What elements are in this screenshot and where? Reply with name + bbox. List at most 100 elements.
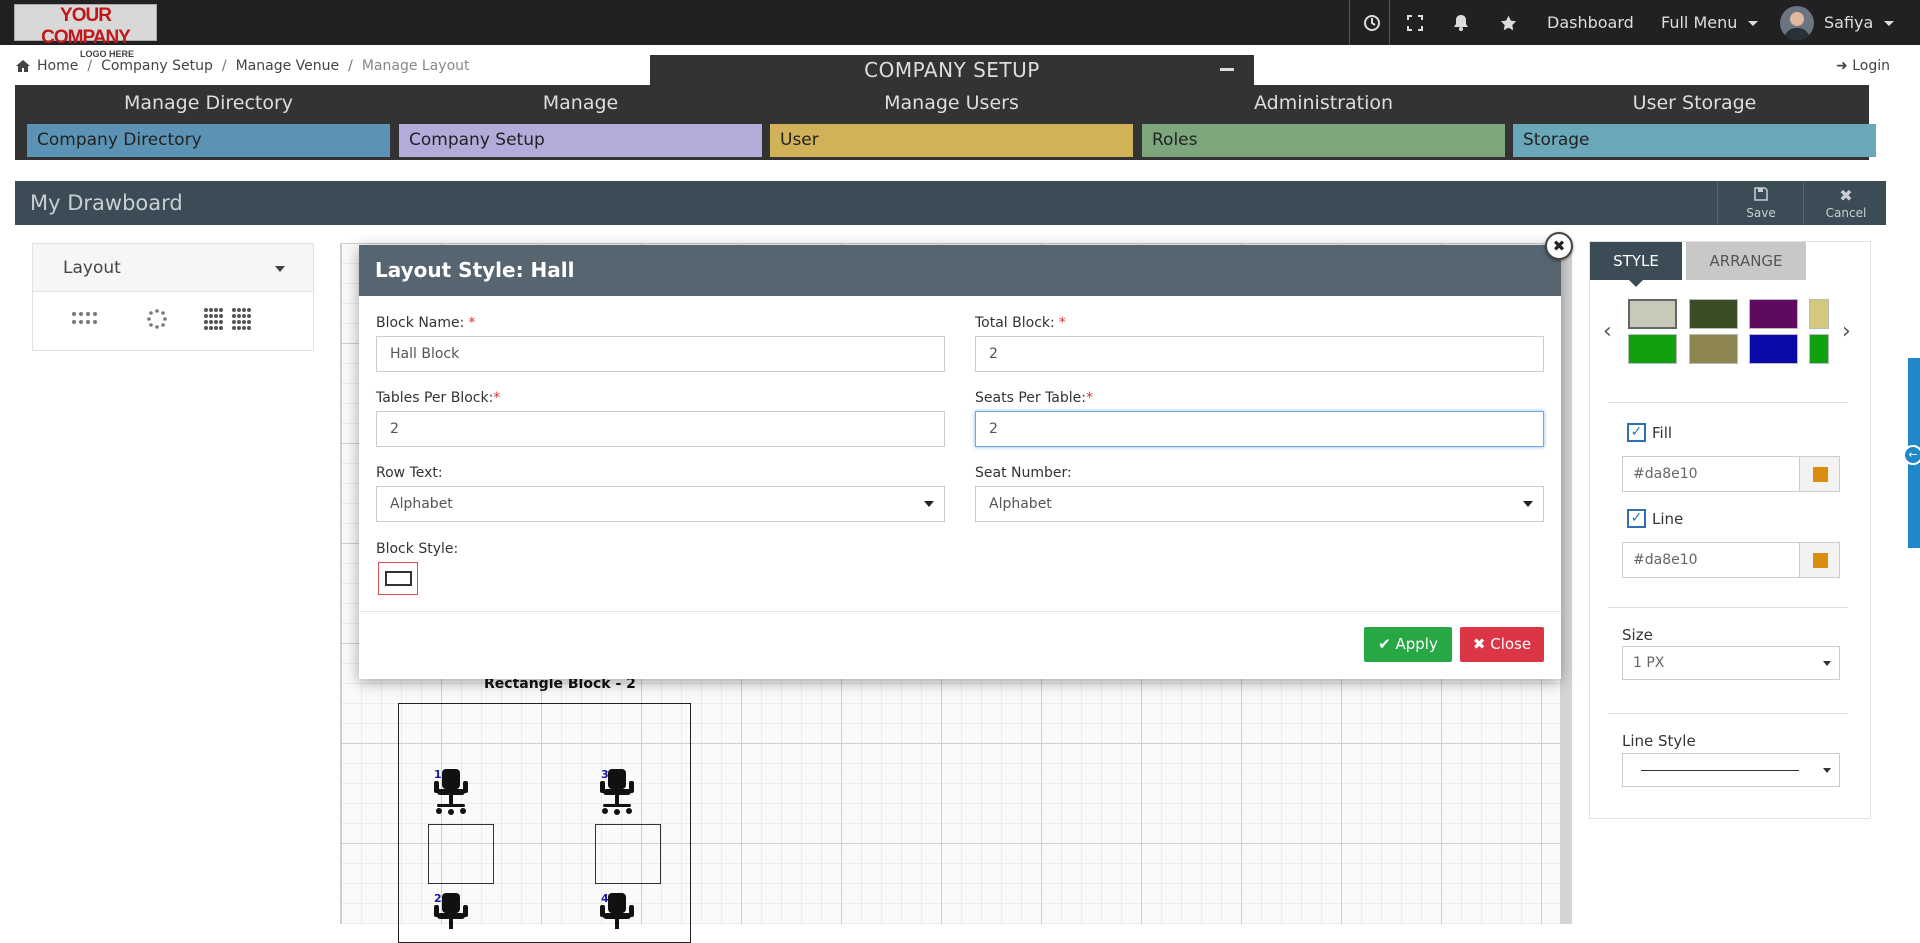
table-shape[interactable] — [595, 824, 661, 884]
star-icon[interactable] — [1485, 0, 1531, 45]
dashboard-link[interactable]: Dashboard — [1547, 0, 1634, 45]
company-logo[interactable]: YOUR COMPANY LOGO HERE — [14, 4, 157, 59]
color-swatch[interactable] — [1628, 299, 1677, 329]
fill-color-input[interactable]: #da8e10 — [1622, 456, 1840, 492]
color-swatch[interactable] — [1689, 334, 1738, 364]
line-color-picker[interactable] — [1799, 543, 1839, 577]
line-checkbox[interactable]: ✓ — [1627, 509, 1646, 528]
caret-down-icon — [1884, 21, 1895, 26]
caret-down-icon — [924, 501, 934, 507]
menu-item-company-setup[interactable]: Company Setup — [399, 124, 762, 157]
rectangle-icon — [385, 571, 412, 586]
menu-heading: User Storage — [1632, 92, 1757, 114]
full-menu-label: Full Menu — [1661, 13, 1738, 32]
seat-number: 3 — [601, 768, 609, 781]
seats-per-table-label-text: Seats Per Table: — [975, 390, 1086, 406]
total-block-label-text: Total Block: — [975, 315, 1055, 331]
cancel-button[interactable]: ✖ Cancel — [1806, 181, 1886, 225]
minimize-icon[interactable] — [1220, 68, 1234, 71]
solid-line-preview — [1641, 770, 1799, 771]
cancel-label: Cancel — [1825, 206, 1867, 220]
color-swatch[interactable] — [1628, 334, 1677, 364]
seat-number-value: Alphabet — [989, 496, 1052, 512]
save-icon — [1721, 181, 1801, 206]
color-swatch[interactable] — [1749, 299, 1798, 329]
close-button[interactable]: ✖ Close — [1460, 627, 1544, 662]
size-value: 1 PX — [1633, 655, 1665, 671]
required-mark: * — [493, 390, 501, 406]
color-swatch[interactable] — [1809, 299, 1829, 329]
table-shape[interactable] — [428, 824, 494, 884]
tab-arrange[interactable]: ARRANGE — [1686, 242, 1806, 280]
sign-in-icon: ➜ — [1836, 58, 1848, 74]
side-drawer-tab[interactable]: ← — [1903, 358, 1920, 548]
full-menu-dropdown[interactable]: Full Menu — [1661, 0, 1759, 45]
menu-item-company-directory[interactable]: Company Directory — [27, 124, 390, 157]
breadcrumb-home[interactable]: Home — [37, 58, 78, 74]
apply-label: Apply — [1395, 635, 1438, 653]
chevron-right-icon[interactable]: › — [1842, 319, 1851, 344]
save-button[interactable]: Save — [1721, 181, 1801, 225]
line-style-select[interactable] — [1622, 753, 1840, 787]
menu-item-storage[interactable]: Storage — [1513, 124, 1876, 157]
fill-color-picker[interactable] — [1799, 457, 1839, 491]
tables-per-block-value: 2 — [390, 421, 399, 437]
menu-column-manage-users: Manage Users User — [770, 85, 1133, 160]
fill-checkbox[interactable]: ✓ — [1627, 423, 1646, 442]
size-select[interactable]: 1 PX — [1622, 646, 1840, 680]
arrow-left-icon[interactable]: ← — [1903, 445, 1920, 465]
menu-item-user[interactable]: User — [770, 124, 1133, 157]
total-block-input[interactable]: 2 — [975, 336, 1544, 372]
avatar[interactable] — [1780, 6, 1814, 40]
home-icon — [16, 60, 30, 72]
tables-per-block-input[interactable]: 2 — [376, 411, 945, 447]
canvas-scrollbar[interactable] — [1560, 243, 1572, 924]
color-swatch[interactable] — [1689, 299, 1738, 329]
caret-down-icon — [1523, 501, 1533, 507]
line-color-input[interactable]: #da8e10 — [1622, 542, 1840, 578]
block-name-input[interactable]: Hall Block — [376, 336, 945, 372]
breadcrumb-manage-venue[interactable]: Manage Venue — [236, 58, 340, 74]
required-mark: * — [1086, 390, 1093, 406]
seats-per-table-input[interactable]: 2 — [975, 411, 1544, 447]
breadcrumb-company-setup[interactable]: Company Setup — [101, 58, 213, 74]
top-navbar: YOUR COMPANY LOGO HERE Dashboard Full Me… — [0, 0, 1920, 59]
menu-column-administration: Administration Roles — [1142, 85, 1505, 160]
menu-heading: Administration — [1253, 92, 1394, 114]
layout-dropdown[interactable]: Layout — [33, 244, 313, 292]
chevron-left-icon[interactable]: ‹ — [1603, 319, 1612, 344]
modal-close-icon[interactable]: ✖ — [1545, 232, 1573, 260]
tab-style[interactable]: STYLE — [1590, 242, 1682, 280]
menu-heading: Manage — [542, 92, 619, 114]
bell-icon[interactable] — [1438, 0, 1484, 45]
caret-down-icon — [275, 266, 285, 272]
color-swatch[interactable] — [1809, 334, 1829, 364]
user-name: Safiya — [1824, 13, 1874, 32]
tables-per-block-label: Tables Per Block:* — [376, 390, 500, 406]
login-link[interactable]: ➜ Login — [1836, 58, 1890, 74]
rectangle-block-style-option[interactable] — [378, 562, 418, 595]
caret-down-icon — [1823, 661, 1831, 666]
user-menu-dropdown[interactable]: Safiya — [1824, 0, 1895, 45]
row-layout-icon[interactable] — [71, 310, 97, 326]
menu-column-user-storage: User Storage Storage — [1513, 85, 1876, 160]
divider — [1608, 402, 1848, 403]
menu-item-roles[interactable]: Roles — [1142, 124, 1505, 157]
page-title: My Drawboard — [30, 191, 183, 215]
hall-layout-icon[interactable] — [203, 307, 255, 331]
total-block-value: 2 — [989, 346, 998, 362]
divider — [1608, 607, 1848, 608]
color-swatch[interactable] — [1749, 334, 1798, 364]
layout-style-modal: Layout Style: Hall Block Name: * Hall Blo… — [359, 245, 1561, 679]
apply-button[interactable]: ✔ Apply — [1364, 627, 1452, 662]
fullscreen-icon[interactable] — [1392, 0, 1438, 45]
row-text-select[interactable]: Alphabet — [376, 486, 945, 522]
layout-dropdown-label: Layout — [63, 258, 121, 278]
modal-title: Layout Style: Hall — [359, 245, 1561, 296]
round-layout-icon[interactable] — [146, 308, 168, 330]
close-label: Close — [1490, 635, 1532, 653]
seat-number-select[interactable]: Alphabet — [975, 486, 1544, 522]
menu-column-manage-directory: Manage Directory Company Directory — [27, 85, 390, 160]
line-style-label: Line Style — [1622, 732, 1696, 750]
seat-number-label: Seat Number: — [975, 465, 1072, 481]
